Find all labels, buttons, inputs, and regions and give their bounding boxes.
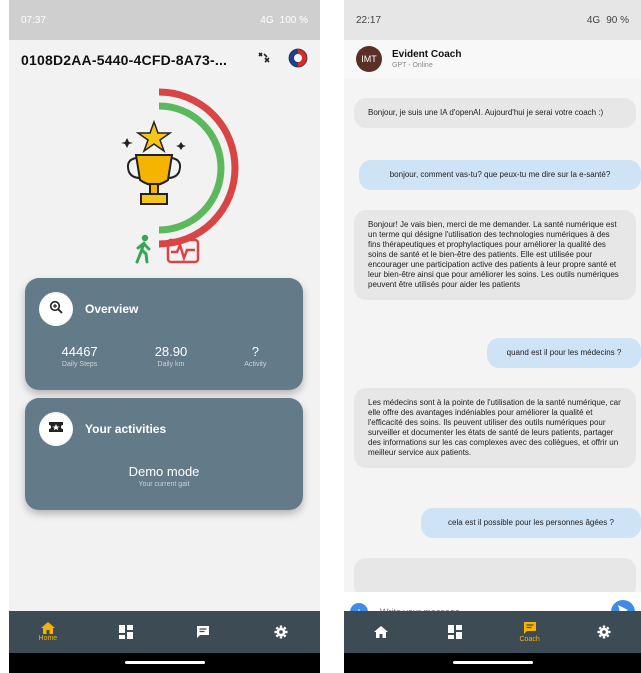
battery-label: 100 % [279, 14, 308, 26]
nav-home[interactable]: Home [18, 622, 78, 642]
overview-title: Overview [85, 302, 139, 316]
stat-label: Activity [244, 361, 267, 368]
status-bar: 22:17 4G 90 % [344, 0, 641, 40]
ticket-icon [48, 420, 64, 438]
nav-coach[interactable]: Coach [500, 621, 560, 643]
nav-dashboard[interactable] [96, 625, 156, 639]
demo-subtitle: Your current gait [138, 481, 190, 488]
chat-status: GPT - Online [392, 62, 433, 69]
stat-activity: ? Activity [244, 344, 266, 368]
stat-daily-steps: 44467 Daily Steps [62, 344, 98, 368]
app-bar: 0108D2AA-5440-4CFD-8A73-... [9, 40, 320, 80]
chat-icon [196, 625, 210, 639]
home-icon [374, 626, 389, 638]
battery-label: 90 % [606, 14, 629, 26]
gesture-area [344, 653, 641, 673]
overview-badge [39, 292, 73, 326]
stat-label: Daily Steps [61, 361, 98, 368]
bottom-navigation: Home [9, 611, 320, 653]
nav-settings[interactable] [251, 625, 311, 639]
message-bot-partial [354, 558, 636, 592]
zoom-search-icon [49, 300, 63, 319]
coach-chat-screen: 22:17 4G 90 % IMT Evident Coach GPT - On… [344, 0, 641, 673]
activities-card[interactable]: Your activities Demo mode Your current g… [25, 398, 303, 510]
message-list[interactable]: Bonjour, je suis une IA d'openAI. Aujour… [344, 78, 641, 592]
activities-title: Your activities [85, 422, 167, 436]
walking-person-icon [135, 234, 153, 269]
message-user: quand est il pour les médecins ? [487, 338, 641, 368]
bottom-navigation: Coach [344, 611, 641, 653]
chat-name: Evident Coach [392, 49, 462, 60]
message-bot: Bonjour, je suis une IA d'openAI. Aujour… [354, 98, 636, 128]
demo-mode-label: Demo mode [128, 464, 200, 479]
chat-header: IMT Evident Coach GPT - Online [344, 40, 641, 78]
stat-value: 28.90 [154, 344, 188, 359]
trophy-icon [119, 119, 189, 215]
nav-home[interactable] [351, 626, 411, 638]
home-screen: 07:37 4G 100 % 0108D2AA-5440-4CFD-8A73-.… [9, 0, 320, 673]
device-id: 0108D2AA-5440-4CFD-8A73-... [21, 52, 228, 68]
message-user: cela est il possible pour les personnes … [421, 508, 641, 538]
dashboard-icon [118, 625, 133, 639]
status-time: 22:17 [356, 14, 382, 26]
message-bot: Bonjour! Je vais bien, merci de me deman… [354, 210, 636, 300]
language-flag-icon[interactable] [288, 48, 308, 73]
chat-icon [523, 621, 537, 635]
stat-value: 44467 [61, 344, 98, 359]
avatar: IMT [356, 46, 382, 72]
bluetooth-connect-icon[interactable] [256, 50, 272, 71]
stat-label: Daily km [157, 361, 185, 368]
message-bot: Les médecins sont à la pointe de l'utili… [354, 388, 636, 468]
home-icon [40, 622, 55, 634]
stat-daily-km: 28.90 Daily km [155, 344, 188, 368]
heart-monitor-icon [166, 238, 200, 269]
stat-value: ? [251, 344, 259, 359]
overview-stats: 44467 Daily Steps 28.90 Daily km ? Activ… [25, 326, 303, 368]
nav-coach-label: Coach [519, 636, 540, 643]
nav-settings[interactable] [574, 625, 634, 639]
dashboard-icon [448, 625, 463, 639]
nav-dashboard[interactable] [425, 625, 485, 639]
message-user: bonjour, comment vas-tu? que peux-tu me … [359, 160, 641, 190]
activities-badge [39, 412, 73, 446]
gear-icon [274, 625, 288, 639]
hero-illustration [9, 80, 320, 280]
network-label: 4G [586, 14, 601, 26]
gesture-area [9, 653, 320, 673]
status-time: 07:37 [21, 14, 47, 26]
home-gesture-bar[interactable] [124, 661, 205, 664]
status-bar: 07:37 4G 100 % [9, 0, 320, 40]
network-label: 4G [260, 14, 274, 26]
overview-card[interactable]: Overview 44467 Daily Steps 28.90 Daily k… [25, 278, 303, 390]
gear-icon [597, 625, 611, 639]
nav-coach[interactable] [173, 625, 233, 639]
nav-home-label: Home [38, 635, 58, 642]
home-gesture-bar[interactable] [452, 661, 533, 664]
